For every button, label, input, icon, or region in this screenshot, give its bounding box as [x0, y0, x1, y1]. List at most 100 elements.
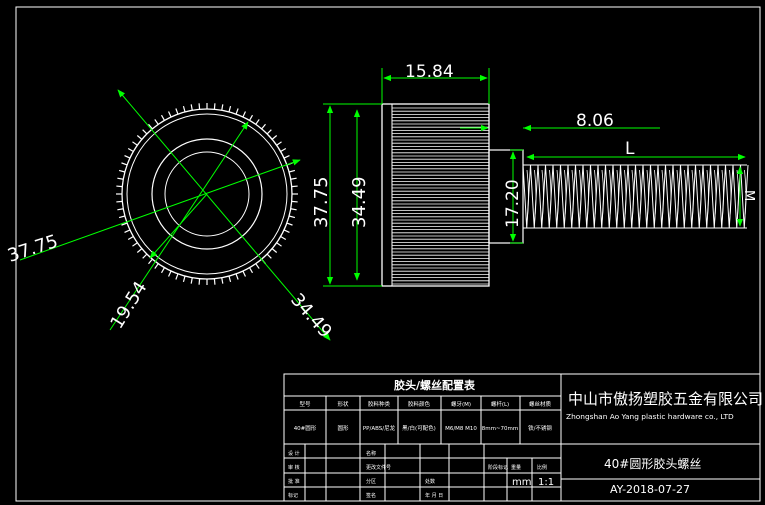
- table-row-cell: 圆形: [337, 424, 349, 432]
- head-length-label: 15.84: [405, 62, 454, 82]
- table-header-cell: 螺杆(L): [491, 400, 509, 408]
- thread-profile: [522, 164, 749, 229]
- label-qty: 处数: [425, 478, 435, 485]
- table-header-cell: 形状: [337, 400, 349, 408]
- knurl-tooth: [235, 273, 239, 280]
- knurl-tooth: [142, 253, 148, 259]
- table-header-cell: 型号: [299, 400, 311, 408]
- knurl-tooth: [148, 258, 153, 265]
- knurl-tooth: [271, 248, 278, 253]
- knurl-tooth: [118, 169, 126, 173]
- company-en: Zhongshan Ao Yang plastic hardware co., …: [566, 412, 734, 421]
- label-date: 年 月 日: [425, 492, 443, 499]
- knurl-tooth: [276, 141, 282, 146]
- cad-drawing: 37.75 19.54 34.49 15.84 8.06 L M 37.75 3…: [5, 6, 763, 502]
- knurl-tooth: [221, 104, 224, 111]
- knurl-tooth: [286, 222, 293, 226]
- knurl-tooth: [121, 162, 128, 166]
- label-design: 设 计: [288, 450, 300, 457]
- knurl-tooth: [160, 267, 166, 274]
- part-name: 40#圆形胶头螺丝: [604, 456, 701, 471]
- table-row-cell: 8mm~70mm: [482, 426, 519, 432]
- table-row-cell: 铁/不锈钢: [528, 424, 552, 432]
- knurl-tooth: [124, 229, 131, 234]
- knurl-tooth: [116, 200, 123, 203]
- knurl-tooth: [142, 129, 148, 135]
- knurl-tooth: [116, 185, 123, 188]
- head-inner-dia-label: 34.49: [349, 176, 370, 228]
- knurl-tooth: [175, 108, 179, 115]
- knurl-tooth: [167, 270, 172, 277]
- knurl-tooth: [213, 278, 216, 285]
- company-cn: 中山市傲扬塑胶五金有限公司: [568, 390, 763, 408]
- knurl-tooth: [280, 235, 287, 241]
- label-check: 审 核: [288, 464, 300, 471]
- front-view: 37.75 19.54 34.49: [5, 89, 336, 343]
- knurl-tooth: [221, 277, 224, 284]
- table-row-cell: PP/ABS/尼龙: [363, 424, 396, 432]
- knurl-tooth: [167, 111, 172, 118]
- knurl-tooth: [283, 154, 290, 159]
- dim-front-outer-line: [19, 159, 301, 261]
- drawing-number: AY-2018-07-27: [610, 483, 690, 496]
- knurl-tooth: [290, 177, 297, 180]
- knurl-tooth: [276, 242, 282, 247]
- label-ratio: 比例: [537, 464, 547, 471]
- table-row-cell: M6/M8 M10: [445, 426, 477, 432]
- label-std: 标记: [288, 492, 298, 499]
- knurl-tooth: [175, 273, 179, 280]
- front-inner-dia-label: 34.49: [286, 290, 336, 343]
- table-header-cell: 胶料种类: [368, 400, 391, 408]
- knurl-tooth: [136, 135, 143, 140]
- table-header-cell: 胶料颜色: [408, 400, 431, 408]
- table-title: 胶头/螺丝配置表: [394, 378, 476, 392]
- knurl-tooth: [266, 253, 272, 259]
- side-view: 15.84 8.06 L M 37.75 34.49 17.20: [311, 62, 756, 287]
- label-weight: 重量: [511, 464, 521, 471]
- knurl-tooth: [132, 242, 138, 247]
- knurl-tooth: [198, 103, 201, 110]
- knurl-tooth: [198, 278, 201, 285]
- knurl-tooth: [127, 147, 134, 153]
- knurl-tooth: [242, 111, 247, 118]
- knurl-tooth: [261, 123, 266, 130]
- knurl-tooth: [190, 104, 193, 111]
- label-stage: 阶段标记: [488, 464, 508, 471]
- head-outer-dia-label: 37.75: [311, 176, 332, 228]
- table-header-cell: 螺牙(M): [451, 400, 471, 408]
- knurl-tooth: [248, 114, 254, 121]
- thread-dia-label: M: [741, 190, 756, 201]
- knurl-tooth: [255, 119, 260, 125]
- knurl-tooth: [228, 105, 232, 113]
- knurl-tooth: [271, 135, 278, 140]
- label-file: 更改文件号: [366, 464, 391, 471]
- knurl-tooth: [266, 129, 272, 135]
- knurl-tooth: [280, 147, 287, 153]
- knurl-tooth: [124, 154, 131, 159]
- thread-length-label: L: [625, 139, 635, 159]
- knurl-tooth: [136, 248, 143, 253]
- knurl-tooth: [117, 208, 124, 211]
- label-sub: 分区: [366, 478, 376, 485]
- scale-value: 1:1: [538, 477, 554, 488]
- table-row-cell: 40#圆形: [294, 424, 317, 432]
- unit-value: mm: [512, 477, 531, 488]
- knurl-tooth: [248, 267, 254, 274]
- table-header-cell: 螺丝材质: [529, 400, 552, 408]
- knurl-tooth: [182, 275, 186, 283]
- knurl-tooth: [213, 103, 216, 110]
- knurl-tooth: [255, 263, 260, 269]
- knurl-tooth: [283, 229, 290, 234]
- knurl-tooth: [127, 235, 134, 241]
- table-row-cell: 黑/白(可配色): [402, 424, 436, 432]
- thread-offset-label: 8.06: [576, 111, 614, 131]
- knurl-tooth: [117, 177, 124, 180]
- front-outer-dia-label: 37.75: [5, 231, 60, 267]
- collar-dia-label: 17.20: [503, 179, 523, 228]
- knurl-tooth: [242, 270, 247, 277]
- knurl-tooth: [290, 208, 297, 211]
- knurl-tooth: [288, 215, 296, 219]
- head-knurl: [392, 107, 489, 285]
- label-approve: 批 准: [288, 478, 300, 485]
- knurl-tooth: [190, 277, 193, 284]
